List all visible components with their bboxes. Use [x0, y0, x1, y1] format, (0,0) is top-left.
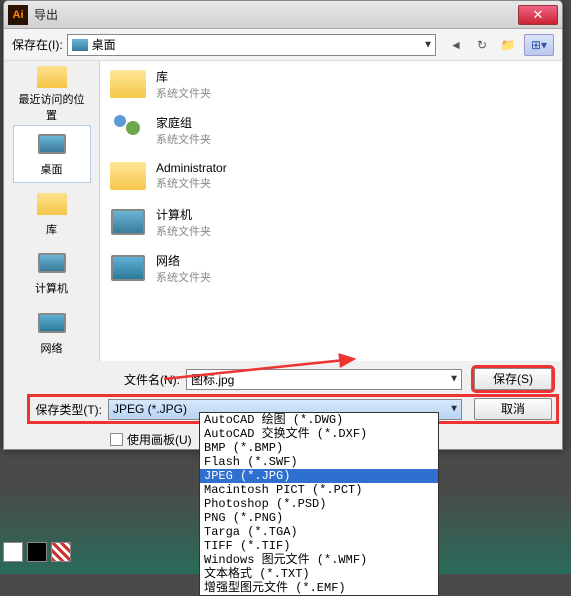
dropdown-option[interactable]: TIFF (*.TIF) — [200, 539, 438, 553]
location-dropdown[interactable]: 桌面 ▼ — [67, 34, 436, 56]
place-label: 计算机 — [35, 280, 68, 296]
filetype-dropdown-list[interactable]: AutoCAD 绘图 (*.DWG) AutoCAD 交换文件 (*.DXF) … — [199, 412, 439, 596]
cancel-button[interactable]: 取消 — [474, 398, 552, 420]
dropdown-option[interactable]: PNG (*.PNG) — [200, 511, 438, 525]
chevron-down-icon: ▼ — [449, 404, 459, 415]
filename-value: 图标.jpg — [191, 371, 234, 388]
list-item[interactable]: 网络系统文件夹 — [100, 245, 562, 291]
place-libraries[interactable]: 库 — [13, 185, 91, 243]
item-sub: 系统文件夹 — [156, 175, 227, 191]
swatch-black[interactable] — [27, 542, 47, 562]
dropdown-option[interactable]: 文本格式 (*.TXT) — [200, 567, 438, 581]
place-label: 最近访问的位置 — [14, 91, 90, 123]
place-network[interactable]: 网络 — [13, 304, 91, 362]
back-icon[interactable]: ◄ — [446, 35, 466, 55]
dropdown-option[interactable]: Targa (*.TGA) — [200, 525, 438, 539]
item-sub: 系统文件夹 — [156, 223, 211, 239]
up-icon[interactable]: ↻ — [472, 35, 492, 55]
dropdown-option[interactable]: Photoshop (*.PSD) — [200, 497, 438, 511]
dropdown-option[interactable]: BMP (*.BMP) — [200, 441, 438, 455]
dropdown-option[interactable]: 增强型图元文件 (*.EMF) — [200, 581, 438, 595]
place-computer[interactable]: 计算机 — [13, 244, 91, 302]
item-sub: 系统文件夹 — [156, 131, 211, 147]
place-recent[interactable]: 最近访问的位置 — [13, 65, 91, 123]
place-label: 网络 — [41, 340, 63, 356]
item-title: Administrator — [156, 161, 227, 175]
toolbar: 保存在(I): 桌面 ▼ ◄ ↻ 📁 ⊞▾ — [4, 29, 562, 61]
save-in-label: 保存在(I): — [12, 36, 63, 53]
item-title: 库 — [156, 68, 211, 85]
places-panel: 最近访问的位置 桌面 库 计算机 网络 — [4, 61, 99, 361]
filename-input[interactable]: 图标.jpg ▼ — [186, 369, 462, 390]
export-dialog: Ai 导出 ✕ 保存在(I): 桌面 ▼ ◄ ↻ 📁 ⊞▾ 最近访问的位置 桌面 — [3, 0, 563, 450]
swatch-none[interactable] — [51, 542, 71, 562]
dropdown-option[interactable]: Windows 图元文件 (*.WMF) — [200, 553, 438, 567]
app-icon: Ai — [8, 5, 28, 25]
swatches-panel — [3, 542, 71, 562]
swatch-white[interactable] — [3, 542, 23, 562]
file-list: 库系统文件夹 家庭组系统文件夹 Administrator系统文件夹 计算机系统… — [99, 61, 562, 361]
views-button[interactable]: ⊞▾ — [524, 34, 554, 56]
place-label: 桌面 — [41, 161, 63, 177]
close-button[interactable]: ✕ — [518, 5, 558, 25]
list-item[interactable]: 计算机系统文件夹 — [100, 199, 562, 245]
dropdown-option[interactable]: Macintosh PICT (*.PCT) — [200, 483, 438, 497]
item-sub: 系统文件夹 — [156, 269, 211, 285]
item-title: 网络 — [156, 252, 211, 269]
use-artboard-checkbox[interactable] — [110, 433, 123, 446]
use-artboard-label: 使用画板(U) — [127, 431, 192, 448]
place-desktop[interactable]: 桌面 — [13, 125, 91, 183]
list-item[interactable]: 家庭组系统文件夹 — [100, 107, 562, 153]
chevron-down-icon: ▼ — [423, 39, 433, 50]
desktop-icon — [72, 39, 88, 51]
dropdown-option[interactable]: Flash (*.SWF) — [200, 455, 438, 469]
dropdown-option[interactable]: AutoCAD 交换文件 (*.DXF) — [200, 427, 438, 441]
filetype-label: 保存类型(T): — [30, 401, 108, 418]
filetype-value: JPEG (*.JPG) — [113, 402, 187, 416]
place-label: 库 — [46, 221, 57, 237]
titlebar: Ai 导出 ✕ — [4, 1, 562, 29]
dropdown-option[interactable]: AutoCAD 绘图 (*.DWG) — [200, 413, 438, 427]
dropdown-option-selected[interactable]: JPEG (*.JPG) — [200, 469, 438, 483]
list-item[interactable]: Administrator系统文件夹 — [100, 153, 562, 199]
item-sub: 系统文件夹 — [156, 85, 211, 101]
save-button[interactable]: 保存(S) — [474, 368, 552, 390]
new-folder-icon[interactable]: 📁 — [498, 35, 518, 55]
filename-label: 文件名(N): — [108, 371, 186, 388]
location-value: 桌面 — [92, 36, 116, 53]
window-title: 导出 — [34, 6, 518, 23]
homegroup-icon — [110, 115, 146, 145]
chevron-down-icon: ▼ — [449, 374, 459, 385]
list-item[interactable]: 库系统文件夹 — [100, 61, 562, 107]
item-title: 家庭组 — [156, 114, 211, 131]
item-title: 计算机 — [156, 206, 211, 223]
